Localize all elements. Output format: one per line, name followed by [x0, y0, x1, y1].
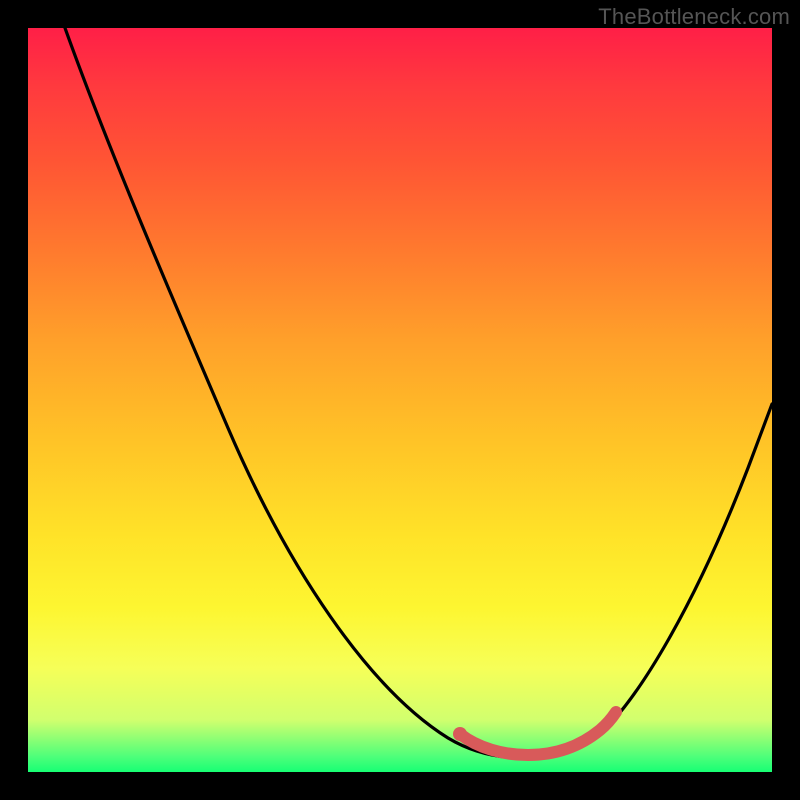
plot-area [28, 28, 772, 772]
chart-frame: TheBottleneck.com [0, 0, 800, 800]
watermark-text: TheBottleneck.com [598, 4, 790, 30]
highlight-segment-path [460, 712, 616, 755]
curve-layer [28, 28, 772, 772]
bottleneck-curve-path [65, 28, 772, 758]
highlight-start-dot [453, 727, 467, 741]
